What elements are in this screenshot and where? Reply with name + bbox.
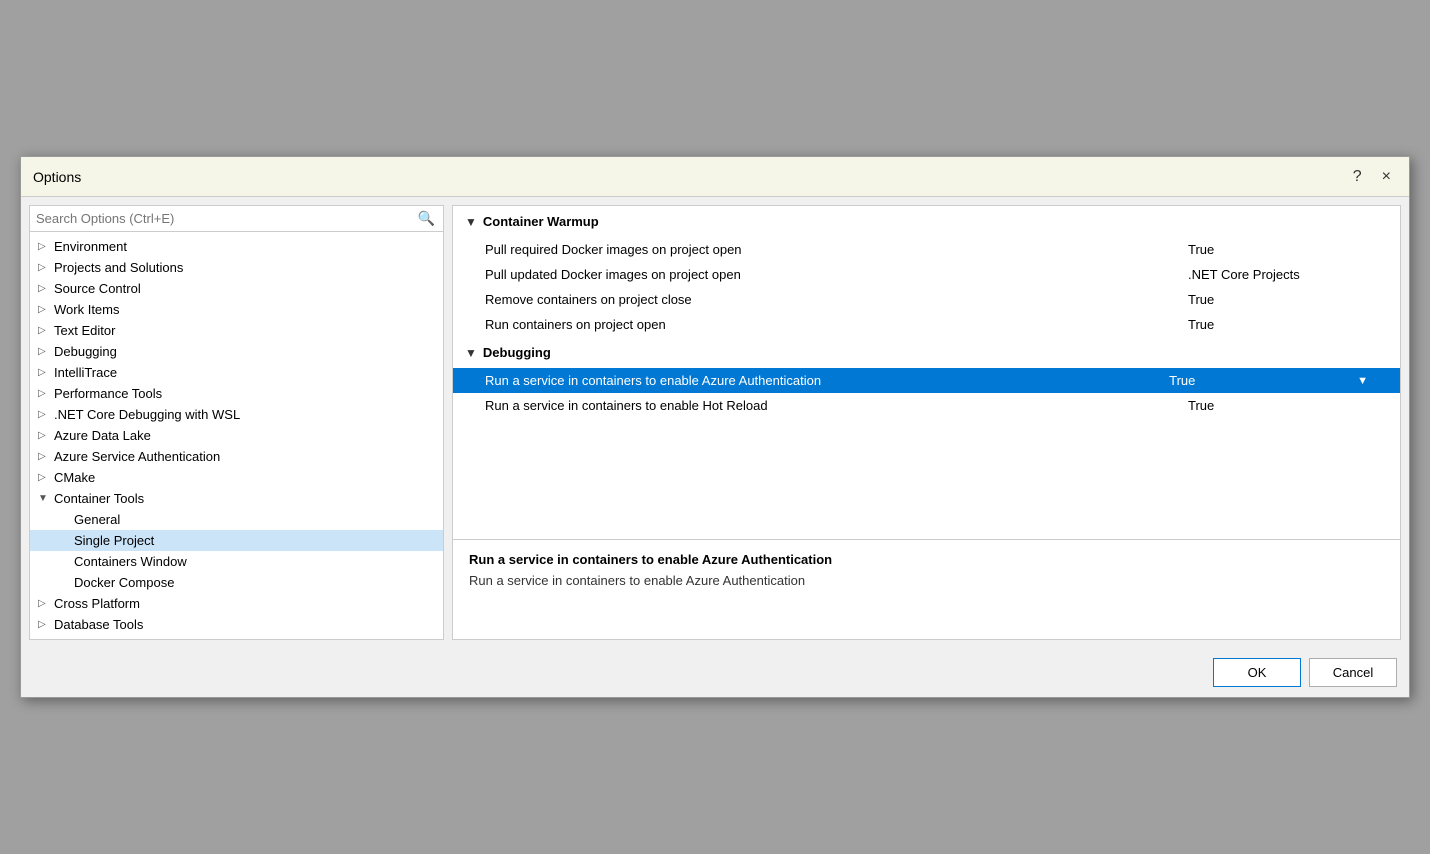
expand-arrow: ▷ xyxy=(38,409,50,420)
search-input[interactable] xyxy=(36,211,416,226)
tree-item-database-tools[interactable]: ▷ Database Tools xyxy=(30,614,443,635)
option-label: Run a service in containers to enable Ho… xyxy=(485,398,1188,413)
title-bar: Options ? × xyxy=(21,157,1409,197)
expand-arrow: ▷ xyxy=(38,451,50,462)
option-row[interactable]: Run a service in containers to enable Az… xyxy=(453,368,1400,393)
tree-item-label: Environment xyxy=(54,239,127,254)
expand-arrow: ▷ xyxy=(38,472,50,483)
option-label: Pull required Docker images on project o… xyxy=(485,242,1188,257)
tree-item-azure-data-lake[interactable]: ▷ Azure Data Lake xyxy=(30,425,443,446)
option-value: .NET Core Projects xyxy=(1188,267,1368,282)
option-row[interactable]: Remove containers on project closeTrue xyxy=(453,287,1400,312)
tree-item-source-control[interactable]: ▷ Source Control xyxy=(30,278,443,299)
search-box: 🔍 xyxy=(30,206,443,232)
option-row[interactable]: Pull updated Docker images on project op… xyxy=(453,262,1400,287)
option-label: Remove containers on project close xyxy=(485,292,1188,307)
tree-item-label: Work Items xyxy=(54,302,120,317)
section-title: Container Warmup xyxy=(483,214,599,229)
option-label: Pull updated Docker images on project op… xyxy=(485,267,1188,282)
option-value: True xyxy=(1188,317,1368,332)
tree-item-containers-window[interactable]: Containers Window xyxy=(30,551,443,572)
expand-arrow: ▷ xyxy=(38,241,50,252)
right-panel: ▼ Container Warmup Pull required Docker im… xyxy=(452,205,1401,640)
tree-item-label: Source Control xyxy=(54,281,141,296)
tree-item-label: Azure Data Lake xyxy=(54,428,151,443)
tree-item-label: Text Editor xyxy=(54,323,115,338)
description-panel: Run a service in containers to enable Az… xyxy=(452,540,1401,640)
section-chevron: ▼ xyxy=(465,346,477,360)
expand-arrow: ▷ xyxy=(38,346,50,357)
tree-item-work-items[interactable]: ▷ Work Items xyxy=(30,299,443,320)
tree-item-label: Cross Platform xyxy=(54,596,140,611)
options-dialog: Options ? × 🔍 ▷ Environment ▷ Projects and … xyxy=(20,156,1410,698)
tree-item-single-project[interactable]: Single Project xyxy=(30,530,443,551)
tree-item-container-tools[interactable]: ▼ Container Tools xyxy=(30,488,443,509)
dialog-body: 🔍 ▷ Environment ▷ Projects and Solutions ▷ So… xyxy=(21,197,1409,648)
expand-arrow: ▷ xyxy=(38,598,50,609)
option-row[interactable]: Run a service in containers to enable Ho… xyxy=(453,393,1400,418)
option-row[interactable]: Run containers on project openTrue xyxy=(453,312,1400,337)
expand-arrow: ▷ xyxy=(38,619,50,630)
description-title: Run a service in containers to enable Az… xyxy=(469,552,1384,567)
close-button[interactable]: × xyxy=(1376,167,1397,187)
expand-arrow: ▷ xyxy=(38,262,50,273)
title-bar-controls: ? × xyxy=(1347,167,1397,187)
tree-item-cmake[interactable]: ▷ CMake xyxy=(30,467,443,488)
left-panel: 🔍 ▷ Environment ▷ Projects and Solutions ▷ So… xyxy=(29,205,444,640)
expand-arrow: ▷ xyxy=(38,388,50,399)
expand-arrow: ▷ xyxy=(38,304,50,315)
help-button[interactable]: ? xyxy=(1347,167,1368,187)
tree-item-performance-tools[interactable]: ▷ Performance Tools xyxy=(30,383,443,404)
tree-area[interactable]: ▷ Environment ▷ Projects and Solutions ▷ Sour… xyxy=(30,232,443,639)
expand-arrow: ▼ xyxy=(38,493,50,504)
expand-arrow: ▷ xyxy=(38,283,50,294)
tree-item-dotnet-core-debugging[interactable]: ▷ .NET Core Debugging with WSL xyxy=(30,404,443,425)
dialog-title: Options xyxy=(33,169,81,185)
tree-item-label: Debugging xyxy=(54,344,117,359)
tree-item-azure-service-auth[interactable]: ▷ Azure Service Authentication xyxy=(30,446,443,467)
section-header-debugging[interactable]: ▼ Debugging xyxy=(453,337,1400,368)
content-area: ▼ Container Warmup Pull required Docker im… xyxy=(452,205,1401,540)
tree-item-label: IntelliTrace xyxy=(54,365,117,380)
tree-item-label: .NET Core Debugging with WSL xyxy=(54,407,240,422)
dialog-footer: OK Cancel xyxy=(21,648,1409,697)
section-header-container-warmup[interactable]: ▼ Container Warmup xyxy=(453,206,1400,237)
option-value: True xyxy=(1188,398,1368,413)
cancel-button[interactable]: Cancel xyxy=(1309,658,1397,687)
tree-item-label: Projects and Solutions xyxy=(54,260,183,275)
search-icon-button[interactable]: 🔍 xyxy=(416,210,437,227)
description-text: Run a service in containers to enable Az… xyxy=(469,573,1384,588)
tree-item-environment[interactable]: ▷ Environment xyxy=(30,236,443,257)
tree-item-label: Containers Window xyxy=(74,554,187,569)
tree-item-general[interactable]: General xyxy=(30,509,443,530)
dropdown-arrow-icon[interactable]: ▼ xyxy=(1357,375,1368,387)
tree-item-intellitrace[interactable]: ▷ IntelliTrace xyxy=(30,362,443,383)
expand-arrow: ▷ xyxy=(38,325,50,336)
tree-item-debugging[interactable]: ▷ Debugging xyxy=(30,341,443,362)
expand-arrow: ▷ xyxy=(38,367,50,378)
tree-item-projects-solutions[interactable]: ▷ Projects and Solutions xyxy=(30,257,443,278)
option-value: True xyxy=(1188,242,1368,257)
option-label: Run a service in containers to enable Az… xyxy=(485,373,1169,388)
tree-item-label: CMake xyxy=(54,470,95,485)
section-title: Debugging xyxy=(483,345,551,360)
option-label: Run containers on project open xyxy=(485,317,1188,332)
option-value: True xyxy=(1188,292,1368,307)
tree-item-text-editor[interactable]: ▷ Text Editor xyxy=(30,320,443,341)
tree-item-label: Performance Tools xyxy=(54,386,162,401)
expand-arrow: ▷ xyxy=(38,430,50,441)
tree-item-label: General xyxy=(74,512,120,527)
option-row[interactable]: Pull required Docker images on project o… xyxy=(453,237,1400,262)
option-value: True xyxy=(1169,373,1349,388)
ok-button[interactable]: OK xyxy=(1213,658,1301,687)
tree-item-label: Docker Compose xyxy=(74,575,174,590)
tree-item-docker-compose[interactable]: Docker Compose xyxy=(30,572,443,593)
tree-item-label: Container Tools xyxy=(54,491,144,506)
tree-item-label: Single Project xyxy=(74,533,154,548)
tree-item-label: Azure Service Authentication xyxy=(54,449,220,464)
tree-item-label: Database Tools xyxy=(54,617,143,632)
tree-item-cross-platform[interactable]: ▷ Cross Platform xyxy=(30,593,443,614)
section-chevron: ▼ xyxy=(465,215,477,229)
